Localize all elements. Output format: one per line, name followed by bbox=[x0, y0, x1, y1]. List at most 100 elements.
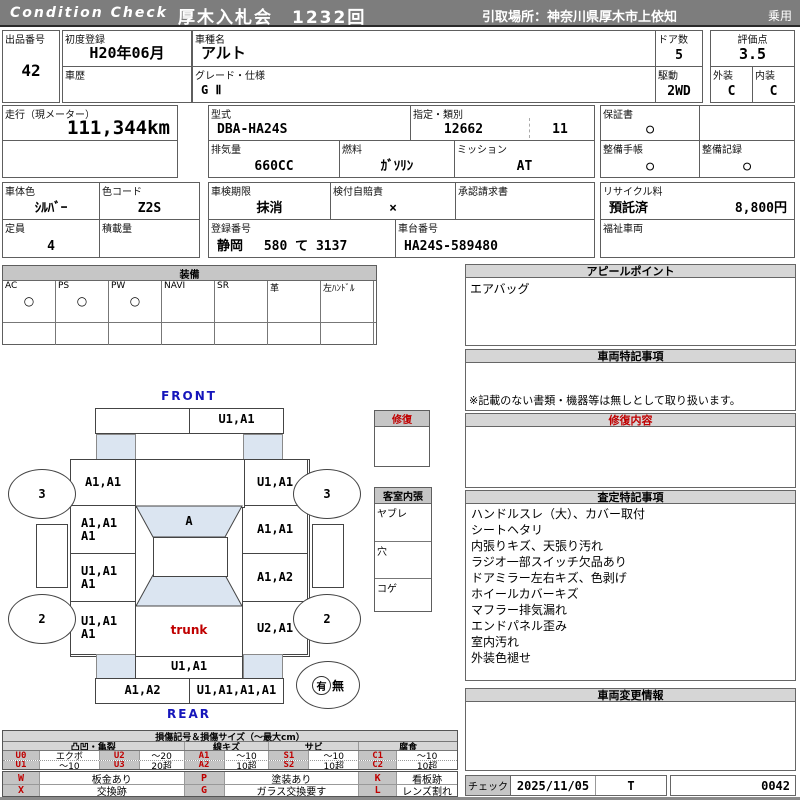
legend-code: S1 bbox=[269, 751, 310, 760]
cabin-row-hole: 穴 bbox=[375, 541, 431, 578]
equipment-col-ps: PS ○ bbox=[56, 281, 109, 345]
legend-code: A2 bbox=[184, 761, 225, 769]
cabin-interior-box: 客室内張 ヤブレ 穴 コゲ bbox=[374, 487, 432, 612]
fuel-label: 燃料 bbox=[342, 145, 362, 156]
equipment-empty-row bbox=[109, 322, 161, 345]
drive-value: 2WD bbox=[667, 84, 691, 99]
roof-panel bbox=[153, 537, 228, 577]
left-sill-panel bbox=[36, 524, 68, 588]
windshield-code: A bbox=[185, 514, 193, 529]
check-label: チェック bbox=[466, 776, 511, 795]
plate-label: 登録番号 bbox=[211, 224, 251, 235]
mark-desc: 板金あり bbox=[40, 772, 185, 784]
left-front-fender-panel: A1,A1 bbox=[70, 459, 136, 506]
equipment-columns: AC ○ PS ○ PW ○ NAVI SR 革 左ﾊﾝﾄﾞﾙ bbox=[3, 281, 376, 345]
interior-grade-label: 内装 bbox=[755, 71, 775, 82]
maintenance-book-value: ○ bbox=[646, 159, 654, 174]
legend-size: 10超 bbox=[225, 761, 270, 769]
legend-size: ～10 bbox=[309, 751, 360, 760]
interior-grade-cell: 内装 C bbox=[752, 66, 795, 103]
mark-desc: ガラス交換要す bbox=[225, 785, 360, 796]
lot-number-value: 42 bbox=[21, 61, 41, 80]
vehicle-category: 乗用 bbox=[767, 9, 792, 23]
front-right-shade bbox=[243, 434, 283, 460]
model-code-cell: 型式 DBA-HA24S bbox=[208, 105, 411, 141]
mileage-extra-cell bbox=[2, 140, 178, 178]
exterior-grade-label: 外装 bbox=[713, 71, 733, 82]
right-front-door-panel: A1,A1 bbox=[242, 505, 308, 554]
recycle-status: 預託済 bbox=[609, 201, 649, 216]
insurance-cell: 検付自賠責 × bbox=[330, 182, 456, 220]
insurance-value: × bbox=[389, 201, 397, 216]
maintenance-book-cell: 整備手帳 ○ bbox=[600, 140, 700, 178]
legend-title: 損傷記号＆損傷サイズ（～最大cm） bbox=[3, 731, 457, 743]
welfare-cell: 福祉車両 bbox=[600, 219, 795, 258]
mark-desc: 交換跡 bbox=[40, 785, 185, 796]
hood-panel bbox=[135, 459, 245, 508]
legend-group-corrosion: 腐食 bbox=[359, 742, 457, 750]
color-code-value: Z2S bbox=[137, 201, 162, 216]
appeal-section-header: アピールポイント bbox=[465, 264, 796, 278]
change-info-header: 車両変更情報 bbox=[465, 688, 796, 702]
equipment-empty-row bbox=[374, 322, 376, 345]
mark-desc: 看板跡 bbox=[412, 774, 443, 785]
maintenance-record-cell: 整備記録 ○ bbox=[699, 140, 795, 178]
warranty-label: 保証書 bbox=[603, 110, 633, 121]
legend-group-dents: 凸凹・亀裂 bbox=[3, 742, 185, 750]
recycle-fee-cell: リサイクル料 預託済 8,800円 bbox=[600, 182, 795, 220]
insurance-label: 検付自賠責 bbox=[333, 187, 383, 198]
vehicle-notes-disclaimer: ※記載のない書類・機器等は無しとして取り扱います。 bbox=[469, 394, 741, 407]
presence-yes-circled: 有 bbox=[311, 675, 331, 695]
legend-size: ～20 bbox=[140, 751, 185, 760]
capacity-value: 4 bbox=[47, 239, 55, 254]
doors-cell: ドア数 5 bbox=[655, 30, 703, 67]
repair-box-title: 修復 bbox=[375, 411, 429, 427]
equipment-label: 左ﾊﾝﾄﾞﾙ bbox=[323, 284, 355, 294]
maintenance-record-label: 整備記録 bbox=[702, 145, 742, 156]
equipment-col-lhd: 左ﾊﾝﾄﾞﾙ bbox=[321, 281, 374, 345]
left-rear-quarter-panel: U1,A1 A1 bbox=[70, 601, 136, 655]
equipment-value: ○ bbox=[129, 294, 141, 308]
rear-label: REAR bbox=[167, 707, 211, 721]
body-color-label: 車体色 bbox=[5, 187, 35, 198]
warranty-cell: 保証書 ○ bbox=[600, 105, 700, 141]
cabin-row-label: 穴 bbox=[377, 547, 387, 558]
legend-code: U2 bbox=[99, 751, 140, 760]
equipment-col-pw: PW ○ bbox=[109, 281, 162, 345]
equipment-col-navi: NAVI bbox=[162, 281, 215, 345]
model-code-value: DBA-HA24S bbox=[217, 122, 288, 137]
displacement-label: 排気量 bbox=[211, 145, 241, 156]
equipment-table: 装備 AC ○ PS ○ PW ○ NAVI SR 革 左ﾊﾝﾄﾞﾙ bbox=[2, 265, 377, 345]
check-date: 2025/11/05 bbox=[511, 776, 596, 795]
appeal-section-body: エアバッグ bbox=[465, 277, 796, 346]
legend-code: C2 bbox=[359, 761, 398, 769]
chassis-cell: 車台番号 HA24S-589480 bbox=[395, 219, 595, 258]
load-label: 積載量 bbox=[102, 224, 132, 235]
equipment-col-sr: SR bbox=[215, 281, 268, 345]
color-code-cell: 色コード Z2S bbox=[99, 182, 200, 220]
left-front-door-panel: A1,A1 A1 bbox=[70, 505, 136, 554]
mark-row-1: W 板金あり P 塗装あり K 看板跡 bbox=[3, 772, 457, 784]
transmission-cell: ミッション AT bbox=[454, 140, 595, 178]
first-registration-cell: 初度登録 H20年06月 bbox=[62, 30, 192, 67]
rear-right-wheel: 2 bbox=[293, 594, 361, 644]
exterior-grade-cell: 外装 C bbox=[710, 66, 753, 103]
cabin-row-tear: ヤブレ bbox=[375, 504, 431, 541]
equipment-col-leather: 革 bbox=[268, 281, 321, 345]
fuel-cell: 燃料 ｶﾞｿﾘﾝ bbox=[339, 140, 455, 178]
title-bar: Condition Check 厚木入札会 1232回 引取場所：神奈川県厚木市… bbox=[0, 0, 800, 28]
score-value: 3.5 bbox=[738, 45, 767, 63]
equipment-label: 革 bbox=[270, 284, 280, 294]
mark-code: L bbox=[359, 785, 398, 796]
equipment-empty-row bbox=[268, 322, 320, 345]
equipment-empty-row bbox=[215, 322, 267, 345]
right-sill-panel bbox=[312, 524, 344, 588]
maintenance-book-label: 整備手帳 bbox=[603, 145, 643, 156]
welfare-label: 福祉車両 bbox=[603, 224, 643, 235]
front-bumper-codes: U1,A1 bbox=[218, 412, 255, 426]
legend-size: 20超 bbox=[140, 761, 185, 769]
drive-label: 駆動 bbox=[658, 71, 678, 82]
legend-size: ～10 bbox=[225, 751, 270, 760]
mark-code: X bbox=[3, 785, 40, 796]
equipment-empty-row bbox=[162, 322, 214, 345]
